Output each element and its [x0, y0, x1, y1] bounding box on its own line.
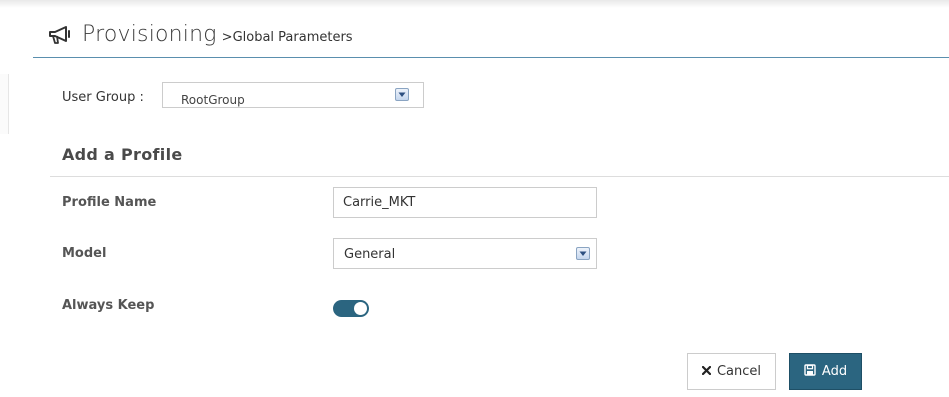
user-group-value: RootGroup: [181, 93, 245, 107]
model-value: General: [344, 247, 396, 262]
page-header: Provisioning >Global Parameters: [48, 22, 353, 47]
toggle-knob: [354, 302, 367, 315]
section-title: Add a Profile: [62, 145, 183, 164]
top-shadow: [0, 0, 949, 8]
chevron-down-icon[interactable]: [576, 247, 590, 260]
user-group-select[interactable]: RootGroup: [162, 82, 424, 108]
page-title: Provisioning: [82, 22, 217, 47]
add-button[interactable]: Add: [789, 353, 862, 390]
model-select[interactable]: General: [333, 238, 597, 269]
cancel-label: Cancel: [716, 364, 762, 379]
header-divider: [33, 57, 949, 58]
megaphone-icon: [49, 25, 70, 44]
cancel-button[interactable]: Cancel: [687, 353, 776, 390]
provisioning-page: Provisioning >Global Parameters User Gro…: [0, 0, 949, 397]
save-icon: [804, 364, 816, 379]
profile-name-input[interactable]: [333, 187, 597, 218]
side-panel-edge: [0, 74, 9, 134]
chevron-down-icon[interactable]: [395, 88, 409, 101]
always-keep-toggle[interactable]: [333, 300, 369, 317]
section-divider: [50, 176, 949, 177]
add-label: Add: [821, 364, 848, 379]
breadcrumb: >Global Parameters: [221, 30, 353, 45]
profile-name-label: Profile Name: [62, 195, 157, 210]
user-group-label: User Group :: [62, 90, 144, 105]
model-label: Model: [62, 246, 107, 261]
close-icon: [701, 365, 712, 378]
always-keep-label: Always Keep: [62, 298, 155, 313]
